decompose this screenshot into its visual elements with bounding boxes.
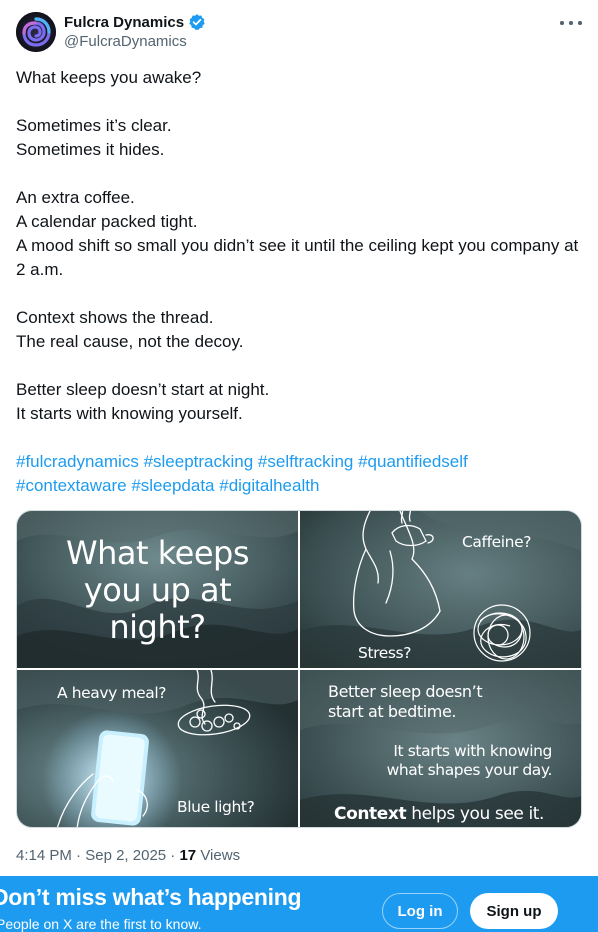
hashtag-link[interactable]: #fulcradynamics xyxy=(16,452,139,471)
signup-button[interactable]: Sign up xyxy=(470,893,558,929)
verified-badge-icon xyxy=(189,14,205,31)
stress-label: Stress? xyxy=(358,644,412,662)
account-info[interactable]: Fulcra Dynamics @FulcraDynamics xyxy=(64,12,206,52)
tweet-line: Context shows the thread. xyxy=(16,308,214,327)
blue-light-label: Blue light? xyxy=(177,798,255,816)
media-image-1[interactable]: What keeps you up at night? xyxy=(17,511,298,668)
views-count: 17 xyxy=(179,847,197,864)
hashtag-link[interactable]: #selftracking xyxy=(258,452,353,471)
panel-4-footer: Context helps you see it. xyxy=(334,804,545,824)
tweet-meta: 4:14 PM · Sep 2, 2025 · 17 Views xyxy=(16,847,241,864)
tweet-line: A mood shift so small you didn’t see it … xyxy=(16,236,579,279)
hashtag-link[interactable]: #contextaware xyxy=(16,476,127,495)
tweet-line: An extra coffee. xyxy=(16,188,135,207)
tweet-line: A calendar packed tight. xyxy=(16,212,198,231)
banner-subtitle: People on X are the first to know. xyxy=(0,916,202,932)
tweet-body: What keeps you awake? Sometimes it’s cle… xyxy=(16,66,586,498)
avatar[interactable] xyxy=(16,12,56,52)
tweet-header: Fulcra Dynamics @FulcraDynamics xyxy=(16,12,582,52)
hashtags-line-2: #contextaware #sleepdata #digitalhealth xyxy=(16,474,586,498)
caffeine-stress-illustration xyxy=(300,511,581,668)
panel-4-heading: Better sleep doesn’t start at bedtime. xyxy=(328,682,483,721)
media-image-2[interactable]: Caffeine? Stress? xyxy=(300,511,581,668)
caffeine-label: Caffeine? xyxy=(462,533,532,551)
tweet-line: What keeps you awake? xyxy=(16,68,202,87)
views-label: Views xyxy=(200,847,241,864)
banner-title: Don’t miss what’s happening xyxy=(0,884,302,910)
login-button[interactable]: Log in xyxy=(382,893,458,929)
media-image-3[interactable]: A heavy meal? Blue light? xyxy=(17,670,298,827)
hashtag-link[interactable]: #sleeptracking xyxy=(144,452,254,471)
tweet-time[interactable]: 4:14 PM xyxy=(16,847,72,864)
media-image-4[interactable]: Better sleep doesn’t start at bedtime. I… xyxy=(300,670,581,827)
tweet-line: It starts with knowing yourself. xyxy=(16,404,243,423)
tweet-line: The real cause, not the decoy. xyxy=(16,332,244,351)
panel-1-heading: What keeps you up at night? xyxy=(66,534,250,646)
tweet-date[interactable]: Sep 2, 2025 xyxy=(85,847,166,864)
panel-4-subtext: It starts with knowing what shapes your … xyxy=(386,742,553,779)
tweet-media-grid: What keeps you up at night? Caffeine? St… xyxy=(16,510,582,828)
more-options-icon[interactable] xyxy=(560,16,582,30)
hashtag-link[interactable]: #quantifiedself xyxy=(358,452,468,471)
hashtags-line-1: #fulcradynamics #sleeptracking #selftrac… xyxy=(16,450,586,474)
tweet-line: Sometimes it hides. xyxy=(16,140,165,159)
tweet-line: Sometimes it’s clear. xyxy=(16,116,172,135)
signup-banner: Don’t miss what’s happening People on X … xyxy=(0,876,598,932)
account-handle[interactable]: @FulcraDynamics xyxy=(64,32,206,52)
tweet-line: Better sleep doesn’t start at night. xyxy=(16,380,270,399)
account-name[interactable]: Fulcra Dynamics xyxy=(64,14,184,31)
hashtag-link[interactable]: #digitalhealth xyxy=(219,476,319,495)
hashtag-link[interactable]: #sleepdata xyxy=(131,476,214,495)
spiral-logo-icon xyxy=(16,12,56,52)
heavy-meal-label: A heavy meal? xyxy=(57,684,167,702)
